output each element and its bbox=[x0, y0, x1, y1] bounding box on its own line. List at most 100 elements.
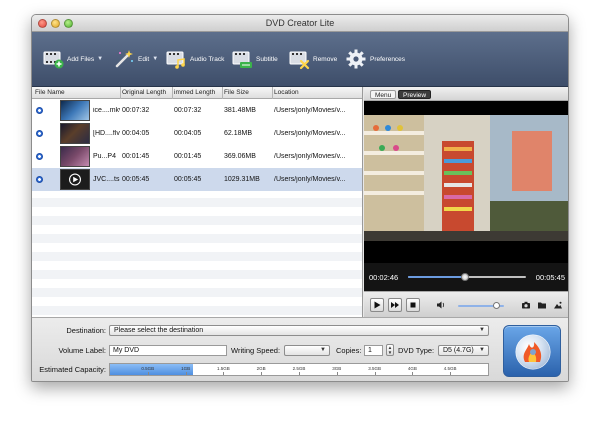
file-location: /Users/jonly/Movies/v... bbox=[274, 153, 346, 160]
file-size: 62.18MB bbox=[224, 130, 253, 137]
open-folder-button[interactable] bbox=[535, 298, 549, 312]
file-name: ice....mkv bbox=[93, 107, 120, 114]
capacity-tick-label: 4GB bbox=[407, 366, 417, 371]
output-settings: Destination: Please select the destinati… bbox=[32, 317, 568, 381]
capacity-tick-label: 2.5GB bbox=[292, 366, 306, 371]
capacity-tick-label: 1GB bbox=[181, 366, 191, 371]
capacity-tick-mark bbox=[223, 372, 225, 375]
subtitle-film-icon bbox=[232, 51, 252, 68]
file-name: Pu...P4 bbox=[93, 153, 116, 160]
original-length: 00:05:45 bbox=[122, 176, 150, 183]
file-name: JVC....ts bbox=[93, 176, 120, 183]
volume-slider-handle[interactable] bbox=[493, 302, 501, 309]
landscape-image-icon bbox=[554, 301, 562, 309]
magic-wand-icon bbox=[115, 50, 133, 68]
column-header-location[interactable]: Location bbox=[274, 89, 354, 96]
stop-button[interactable] bbox=[406, 298, 420, 312]
destination-select[interactable]: Please select the destination ▼ bbox=[109, 325, 489, 336]
seek-bar[interactable] bbox=[408, 273, 526, 281]
capacity-tick-mark bbox=[412, 372, 414, 375]
original-length: 00:07:32 bbox=[122, 107, 150, 114]
snapshot-button[interactable] bbox=[519, 298, 533, 312]
chevron-down-icon: ▼ bbox=[479, 327, 485, 333]
toolbar: Add Files ▼ Edit ▼ Audio Track Subtitle … bbox=[32, 32, 568, 87]
subtitle-button[interactable]: Subtitle bbox=[231, 47, 278, 71]
table-row[interactable]: JVC....ts 00:05:45 00:05:45 1029.31MB /U… bbox=[32, 168, 362, 191]
file-list: File Name Original Length immed Length F… bbox=[32, 87, 363, 317]
column-header-original-length[interactable]: Original Length bbox=[122, 89, 172, 96]
capacity-tick-mark bbox=[336, 372, 338, 375]
audio-track-button[interactable]: Audio Track bbox=[165, 47, 224, 71]
window-title: DVD Creator Lite bbox=[265, 18, 335, 28]
radio-button[interactable] bbox=[36, 130, 43, 137]
copies-input[interactable]: 1 bbox=[364, 345, 383, 356]
capacity-tick-label: 2GB bbox=[256, 366, 266, 371]
capacity-tick-label: 3.5GB bbox=[368, 366, 381, 371]
writing-speed-label: Writing Speed: bbox=[231, 346, 281, 355]
copies-label: Copies: bbox=[336, 346, 362, 355]
volume-label-input[interactable]: My DVD bbox=[109, 345, 227, 356]
tab-preview[interactable]: Preview bbox=[398, 90, 432, 99]
destination-label: Destination: bbox=[66, 326, 106, 335]
current-time: 00:02:46 bbox=[369, 273, 399, 282]
audio-film-icon bbox=[166, 51, 185, 69]
capacity-tick-label: 0.5GB bbox=[141, 366, 155, 371]
tab-menu[interactable]: Menu bbox=[370, 90, 397, 99]
chevron-down-icon: ▼ bbox=[320, 347, 326, 353]
remove-button[interactable]: Remove bbox=[288, 47, 337, 71]
trimmed-length: 00:04:05 bbox=[174, 130, 202, 137]
trimmed-length: 00:07:32 bbox=[174, 107, 202, 114]
dvd-type-select[interactable]: D5 (4.7G) ▼ bbox=[438, 345, 489, 356]
file-location: /Users/jonly/Movies/v... bbox=[274, 107, 346, 114]
column-header-file-name[interactable]: File Name bbox=[35, 89, 120, 96]
file-location: /Users/jonly/Movies/v... bbox=[274, 176, 346, 183]
video-thumbnail bbox=[60, 100, 90, 121]
table-row[interactable]: Pu...P4 00:01:45 00:01:45 369.06MB /User… bbox=[32, 145, 362, 168]
writing-speed-select[interactable]: ▼ bbox=[284, 345, 330, 356]
edit-button[interactable]: Edit ▼ bbox=[113, 47, 158, 71]
film-add-icon bbox=[43, 51, 64, 69]
fast-forward-icon bbox=[391, 302, 399, 308]
fast-forward-button[interactable] bbox=[388, 298, 402, 312]
video-preview[interactable] bbox=[364, 101, 568, 263]
add-files-button[interactable]: Add Files ▼ bbox=[42, 47, 103, 71]
camera-icon bbox=[522, 301, 530, 309]
radio-button[interactable] bbox=[36, 107, 43, 114]
preview-tabs: Menu Preview bbox=[364, 87, 568, 101]
video-thumbnail bbox=[60, 146, 90, 167]
preview-panel: Menu Preview 00:02:46 00:05:45 bbox=[364, 87, 568, 317]
volume-button[interactable] bbox=[434, 298, 448, 312]
capacity-tick-mark bbox=[185, 372, 187, 375]
radio-button[interactable] bbox=[36, 176, 43, 183]
film-remove-icon bbox=[289, 51, 310, 70]
dvd-type-label: DVD Type: bbox=[398, 346, 435, 355]
file-size: 369.06MB bbox=[224, 153, 256, 160]
radio-button[interactable] bbox=[36, 153, 43, 160]
video-frame bbox=[364, 101, 568, 263]
image-button[interactable] bbox=[551, 298, 565, 312]
capacity-bar: 0.5GB 1GB 1.5GB 2GB 2.5GB 3GB 3.5GB 4GB 4.5GB bbox=[109, 363, 489, 376]
play-button[interactable] bbox=[370, 298, 384, 312]
chevron-down-icon: ▼ bbox=[479, 347, 485, 353]
file-size: 1029.31MB bbox=[224, 176, 260, 183]
table-row[interactable]: [HD....flv 00:04:05 00:04:05 62.18MB /Us… bbox=[32, 122, 362, 145]
column-header-file-size[interactable]: File Size bbox=[224, 89, 272, 96]
file-size: 381.48MB bbox=[224, 107, 256, 114]
chevron-down-icon: ▼ bbox=[152, 56, 159, 62]
seek-bar-fill bbox=[408, 276, 465, 278]
volume-slider[interactable] bbox=[458, 302, 504, 309]
copies-stepper[interactable]: ▲ ▼ bbox=[386, 344, 394, 356]
capacity-tick-label: 3GB bbox=[332, 366, 342, 371]
folder-icon bbox=[538, 302, 546, 309]
table-row[interactable]: ice....mkv 00:07:32 00:07:32 381.48MB /U… bbox=[32, 99, 362, 122]
playback-scrubber: 00:02:46 00:05:45 bbox=[364, 263, 568, 291]
file-list-header: File Name Original Length immed Length F… bbox=[32, 87, 362, 99]
play-circle-icon bbox=[69, 173, 81, 186]
capacity-tick-mark bbox=[261, 372, 263, 375]
column-header-trimmed-length[interactable]: immed Length bbox=[174, 89, 222, 96]
burn-button[interactable] bbox=[503, 325, 561, 377]
seek-bar-handle[interactable] bbox=[460, 273, 469, 281]
volume-label-label: Volume Label: bbox=[58, 346, 106, 355]
preferences-button[interactable]: Preferences bbox=[345, 47, 405, 71]
file-rows: ice....mkv 00:07:32 00:07:32 381.48MB /U… bbox=[32, 99, 362, 317]
